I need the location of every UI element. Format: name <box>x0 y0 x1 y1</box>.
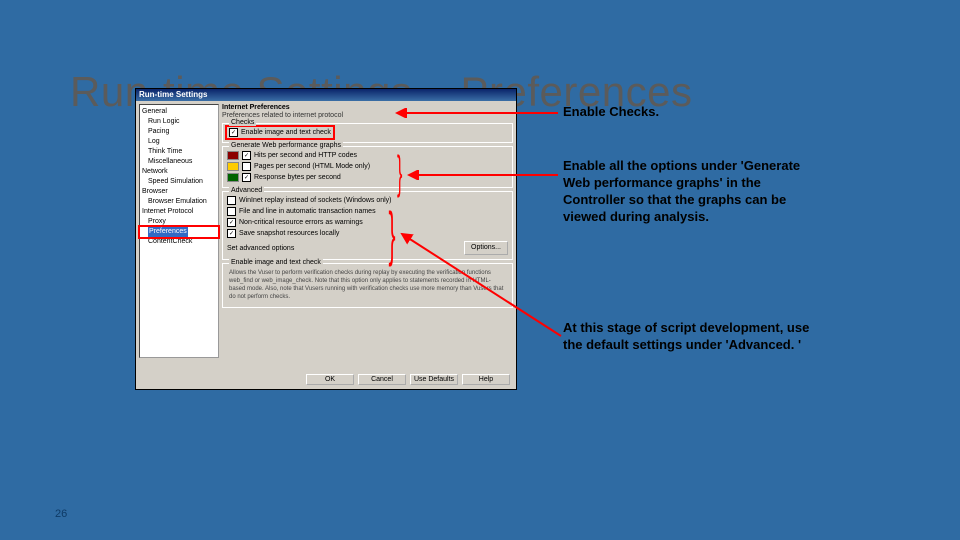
fieldset-label: Generate Web performance graphs <box>229 142 343 149</box>
option-label: Pages per second (HTML Mode only) <box>254 163 370 170</box>
enable-image-text-check-option[interactable]: ✓ Enable image and text check <box>227 127 333 138</box>
tree-item[interactable]: Log <box>140 137 218 147</box>
option-label: Save snapshot resources locally <box>239 230 339 237</box>
annotation-graphs: Enable all the options under 'Generate W… <box>563 158 813 226</box>
tree-item[interactable]: Run Logic <box>140 117 218 127</box>
tree-item[interactable]: Browser Emulation <box>140 197 218 207</box>
checkbox-icon[interactable]: ✓ <box>242 173 251 182</box>
color-swatch <box>227 151 239 160</box>
checkbox-icon[interactable] <box>242 162 251 171</box>
tree-item-preferences[interactable]: Preferences <box>140 227 218 237</box>
graphs-fieldset: Generate Web performance graphs ✓Hits pe… <box>222 146 513 188</box>
color-swatch <box>227 173 239 182</box>
pane-subheading: Preferences related to internet protocol <box>222 112 513 119</box>
hint-text: Allows the Vuser to perform verification… <box>227 267 508 303</box>
checkbox-icon[interactable] <box>227 196 236 205</box>
advanced-option[interactable]: ✓Save snapshot resources locally <box>227 228 508 239</box>
option-label: WinInet replay instead of sockets (Windo… <box>239 197 392 204</box>
annotation-enable-checks: Enable Checks. <box>563 104 659 121</box>
advanced-option[interactable]: ✓Non-critical resource errors as warning… <box>227 217 508 228</box>
runtime-settings-dialog: Run-time Settings General Run Logic Paci… <box>135 88 517 390</box>
fieldset-label: Checks <box>229 119 256 126</box>
dialog-buttons: OK Cancel Use Defaults Help <box>306 374 510 385</box>
advanced-fieldset: Advanced WinInet replay instead of socke… <box>222 191 513 260</box>
set-advanced-label: Set advanced options <box>227 245 294 252</box>
options-button[interactable]: Options... <box>464 241 508 255</box>
advanced-option[interactable]: WinInet replay instead of sockets (Windo… <box>227 195 508 206</box>
graph-option[interactable]: ✓Hits per second and HTTP codes <box>227 150 508 161</box>
pane-heading: Internet Preferences <box>222 104 513 111</box>
color-swatch <box>227 162 239 171</box>
tree-item[interactable]: ContentCheck <box>140 237 218 247</box>
ok-button[interactable]: OK <box>306 374 354 385</box>
settings-tree[interactable]: General Run Logic Pacing Log Think Time … <box>139 104 219 358</box>
fieldset-label: Advanced <box>229 187 264 194</box>
tree-item[interactable]: Miscellaneous <box>140 157 218 167</box>
option-label: Non-critical resource errors as warnings <box>239 219 363 226</box>
help-button[interactable]: Help <box>462 374 510 385</box>
option-label: Hits per second and HTTP codes <box>254 152 357 159</box>
checkbox-icon[interactable]: ✓ <box>242 151 251 160</box>
tree-item[interactable]: Proxy <box>140 217 218 227</box>
tree-item[interactable]: Pacing <box>140 127 218 137</box>
advanced-option[interactable]: File and line in automatic transaction n… <box>227 206 508 217</box>
tree-category: General <box>140 107 218 117</box>
graph-option[interactable]: Pages per second (HTML Mode only) <box>227 161 508 172</box>
tree-item[interactable]: Think Time <box>140 147 218 157</box>
page-number: 26 <box>55 508 67 520</box>
tree-category: Network <box>140 167 218 177</box>
tree-item[interactable]: Speed Simulation <box>140 177 218 187</box>
checkbox-icon[interactable]: ✓ <box>227 229 236 238</box>
tree-category: Internet Protocol <box>140 207 218 217</box>
preferences-pane: Internet Preferences Preferences related… <box>222 101 516 361</box>
checkbox-icon[interactable]: ✓ <box>227 218 236 227</box>
hint-fieldset: Enable image and text check Allows the V… <box>222 263 513 308</box>
option-label: Enable image and text check <box>241 129 331 136</box>
graph-option[interactable]: ✓Response bytes per second <box>227 172 508 183</box>
checks-fieldset: Checks ✓ Enable image and text check <box>222 123 513 143</box>
tree-category: Browser <box>140 187 218 197</box>
cancel-button[interactable]: Cancel <box>358 374 406 385</box>
checkbox-icon[interactable] <box>227 207 236 216</box>
checkbox-icon[interactable]: ✓ <box>229 128 238 137</box>
fieldset-label: Enable image and text check <box>229 259 323 266</box>
option-label: File and line in automatic transaction n… <box>239 208 376 215</box>
option-label: Response bytes per second <box>254 174 341 181</box>
use-defaults-button[interactable]: Use Defaults <box>410 374 458 385</box>
annotation-advanced: At this stage of script development, use… <box>563 320 813 354</box>
dialog-title: Run-time Settings <box>136 89 516 101</box>
